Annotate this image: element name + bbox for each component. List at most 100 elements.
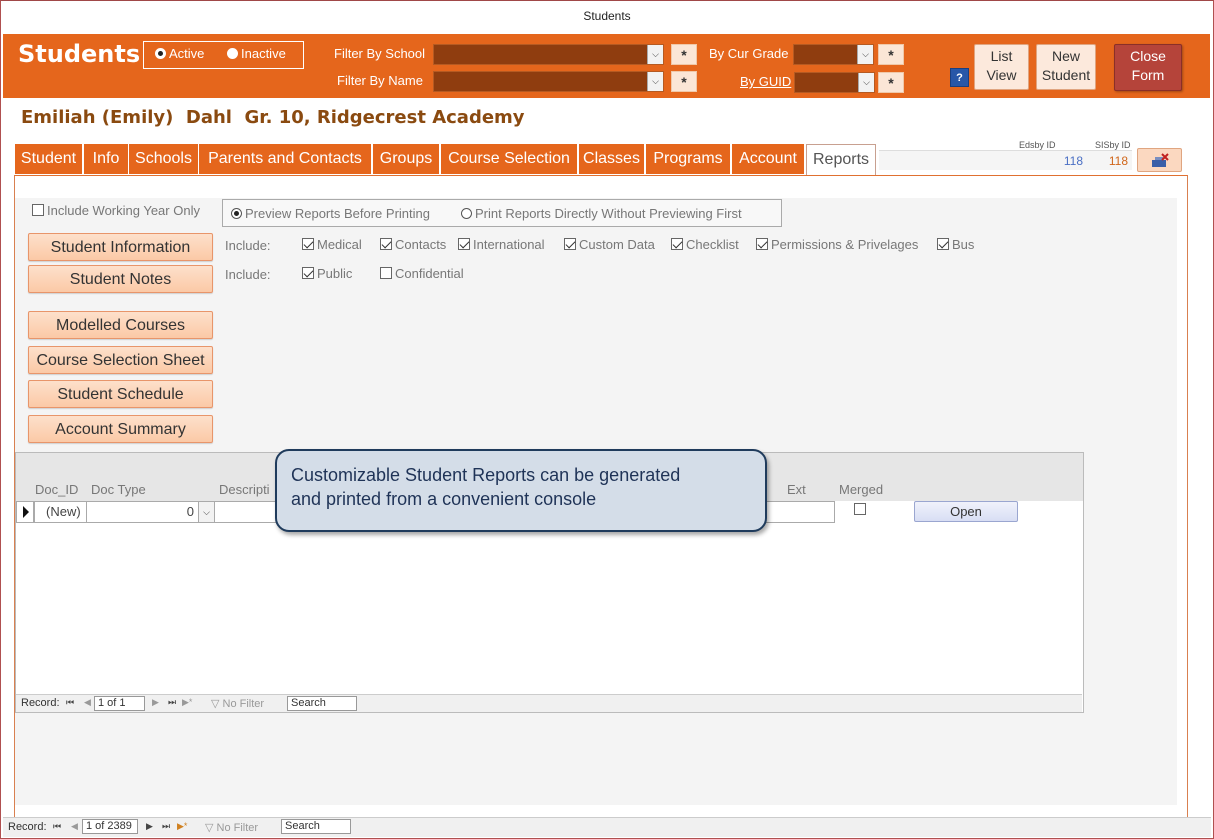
- description-cell[interactable]: [214, 501, 284, 523]
- tab-info[interactable]: Info: [84, 144, 129, 174]
- tab-programs[interactable]: Programs: [646, 144, 731, 174]
- sisby-id-value: 118: [1108, 154, 1128, 168]
- clear-grade-filter-button[interactable]: *: [878, 44, 904, 65]
- checkbox-checked-icon: [302, 238, 314, 250]
- tab-classes[interactable]: Classes: [579, 144, 645, 174]
- close-form-button[interactable]: Close Form: [1114, 44, 1182, 91]
- checkbox-checked-icon: [671, 238, 683, 250]
- radio-selected-icon: [231, 208, 242, 219]
- chevron-down-icon[interactable]: ⌵: [857, 45, 873, 64]
- filter-icon: ▽: [211, 698, 223, 710]
- ext-cell[interactable]: [760, 501, 835, 523]
- checkbox-unchecked-icon: [854, 503, 866, 515]
- inactive-radio[interactable]: Inactive: [227, 46, 286, 61]
- direct-print-radio[interactable]: Print Reports Directly Without Previewin…: [461, 206, 742, 221]
- tab-course-selection[interactable]: Course Selection: [441, 144, 578, 174]
- chevron-down-icon[interactable]: ⌵: [198, 502, 214, 522]
- export-button[interactable]: [1137, 148, 1182, 172]
- include-custom-data-checkbox[interactable]: Custom Data: [564, 237, 655, 252]
- next-record-icon[interactable]: ▶: [146, 821, 153, 832]
- open-button[interactable]: Open: [914, 501, 1018, 522]
- filter-name-label: Filter By Name: [337, 73, 423, 88]
- export-icon: [1152, 153, 1169, 167]
- tab-student[interactable]: Student: [15, 144, 83, 174]
- filter-name-combo[interactable]: ⌵: [433, 71, 664, 92]
- radio-empty-icon: [461, 208, 472, 219]
- col-doc-id: Doc_ID: [35, 482, 79, 497]
- checkbox-unchecked-icon: [32, 204, 44, 216]
- guid-link[interactable]: By GUID: [740, 74, 791, 89]
- form-search-input[interactable]: Search: [281, 819, 351, 834]
- clear-name-filter-button[interactable]: *: [671, 71, 697, 92]
- first-record-icon[interactable]: ⏮: [66, 697, 74, 708]
- new-record-icon[interactable]: ▶*: [182, 697, 192, 708]
- include-international-checkbox[interactable]: International: [458, 237, 545, 252]
- doc-id-cell[interactable]: (New): [34, 501, 87, 523]
- merged-checkbox[interactable]: [854, 501, 869, 519]
- doc-type-combo[interactable]: 0 ⌵: [86, 501, 215, 523]
- working-year-checkbox[interactable]: Include Working Year Only: [32, 203, 200, 218]
- tab-account[interactable]: Account: [732, 144, 805, 174]
- first-record-icon[interactable]: ⏮: [53, 821, 61, 832]
- include-label: Include:: [225, 238, 271, 253]
- previous-record-icon[interactable]: ◀: [84, 697, 91, 708]
- tab-reports[interactable]: Reports: [806, 144, 876, 175]
- include-permissions-checkbox[interactable]: Permissions & Privelages: [756, 237, 918, 252]
- tab-parents-and-contacts[interactable]: Parents and Contacts: [199, 144, 372, 174]
- modelled-courses-button[interactable]: Modelled Courses: [28, 311, 213, 339]
- clear-guid-filter-button[interactable]: *: [878, 72, 904, 93]
- col-ext: Ext: [787, 482, 806, 497]
- form-record-position[interactable]: 1 of 2389: [82, 819, 138, 834]
- chevron-down-icon[interactable]: ⌵: [647, 72, 663, 91]
- include-contacts-checkbox[interactable]: Contacts: [380, 237, 446, 252]
- help-button[interactable]: ?: [950, 68, 969, 87]
- record-selector[interactable]: [16, 501, 34, 523]
- checkbox-checked-icon: [937, 238, 949, 250]
- next-record-icon[interactable]: ▶: [152, 697, 159, 708]
- tab-groups[interactable]: Groups: [373, 144, 440, 174]
- filter-icon: ▽: [205, 822, 217, 834]
- previous-record-icon[interactable]: ◀: [71, 821, 78, 832]
- subform-record-position[interactable]: 1 of 1: [94, 696, 145, 711]
- clear-school-filter-button[interactable]: *: [671, 44, 697, 65]
- filter-school-combo[interactable]: ⌵: [433, 44, 664, 65]
- window-title: Students: [583, 9, 631, 23]
- last-record-icon[interactable]: ⏭: [168, 697, 176, 708]
- student-notes-button[interactable]: Student Notes: [28, 265, 213, 293]
- include-confidential-checkbox[interactable]: Confidential: [380, 266, 464, 281]
- subform-no-filter[interactable]: ▽ No Filter: [211, 697, 264, 710]
- form-no-filter[interactable]: ▽ No Filter: [205, 821, 258, 834]
- list-view-button[interactable]: List View: [974, 44, 1029, 90]
- course-selection-sheet-button[interactable]: Course Selection Sheet: [28, 346, 213, 374]
- tab-schools[interactable]: Schools: [129, 144, 199, 174]
- account-summary-button[interactable]: Account Summary: [28, 415, 213, 443]
- subform-search-input[interactable]: Search: [287, 696, 357, 711]
- radio-selected-icon: [155, 48, 166, 59]
- chevron-down-icon[interactable]: ⌵: [647, 45, 663, 64]
- include-bus-checkbox[interactable]: Bus: [937, 237, 974, 252]
- checkbox-checked-icon: [564, 238, 576, 250]
- new-record-icon[interactable]: ▶*: [177, 821, 187, 832]
- include-label-2: Include:: [225, 267, 271, 282]
- checkbox-checked-icon: [756, 238, 768, 250]
- active-radio[interactable]: Active: [155, 46, 204, 61]
- include-medical-checkbox[interactable]: Medical: [302, 237, 362, 252]
- student-information-button[interactable]: Student Information: [28, 233, 213, 261]
- checkbox-checked-icon: [302, 267, 314, 279]
- checkbox-unchecked-icon: [380, 267, 392, 279]
- form-title: Students: [18, 40, 141, 68]
- filter-school-label: Filter By School: [334, 46, 426, 61]
- cur-grade-combo[interactable]: ⌵: [793, 44, 874, 65]
- last-record-icon[interactable]: ⏭: [162, 821, 170, 832]
- chevron-down-icon[interactable]: ⌵: [858, 73, 874, 92]
- new-student-button[interactable]: New Student: [1036, 44, 1096, 90]
- guid-combo[interactable]: ⌵: [794, 72, 875, 93]
- include-public-checkbox[interactable]: Public: [302, 266, 352, 281]
- student-heading: Emiliah (Emily) Dahl Gr. 10, Ridgecrest …: [21, 107, 525, 128]
- callout-line-1: Customizable Student Reports can be gene…: [291, 465, 681, 485]
- include-checklist-checkbox[interactable]: Checklist: [671, 237, 739, 252]
- preview-radio[interactable]: Preview Reports Before Printing: [231, 206, 430, 221]
- edsby-id-value: 118: [1063, 154, 1083, 168]
- current-record-icon: [23, 506, 29, 518]
- student-schedule-button[interactable]: Student Schedule: [28, 380, 213, 408]
